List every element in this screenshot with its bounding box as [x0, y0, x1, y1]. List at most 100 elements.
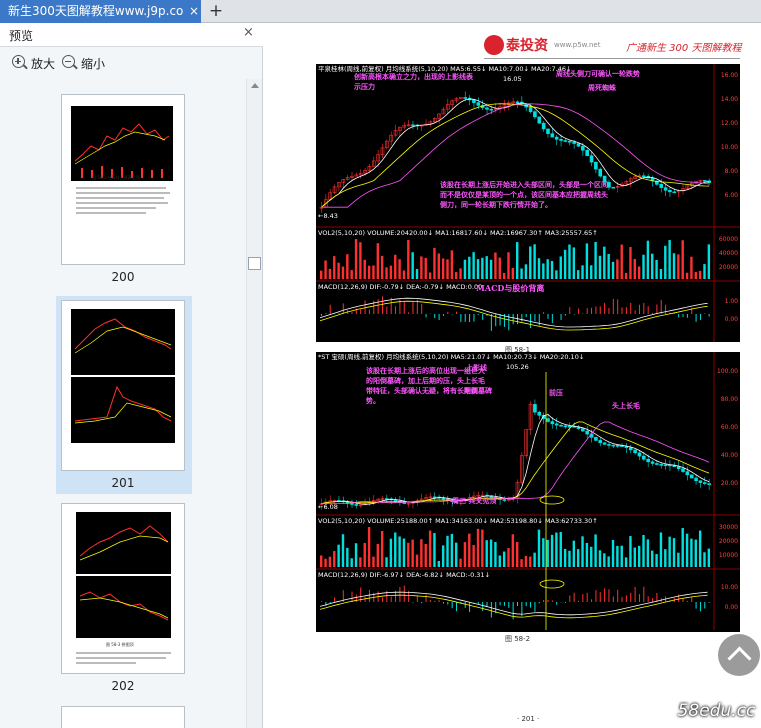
volume-bar [407, 239, 410, 279]
volume-bar [485, 540, 488, 567]
marker-ellipse [539, 579, 565, 589]
new-tab-icon[interactable]: + [206, 0, 226, 23]
chart2-price-tick: 60.00 [720, 424, 738, 431]
panel-scrollbar[interactable] [246, 79, 262, 728]
volume-bar [576, 270, 580, 279]
volume-bar [703, 552, 706, 567]
candle-body [550, 133, 555, 138]
chart2-annotation-5: 头上长毛 [612, 401, 640, 410]
volume-bar [590, 546, 593, 567]
candle-body [707, 483, 711, 485]
candle-body [554, 136, 559, 140]
tab-document[interactable]: 新生300天图解教程www.j9p.co [0, 0, 201, 23]
thumbnail-page-200[interactable]: 图 58-1 在高位上涨高见顶 [61, 94, 185, 265]
volume-bar [354, 239, 358, 279]
volume-bar [507, 548, 510, 567]
chart2-macd-bar: MACD(12,26,9) DIF:-6.97↓ DEA:-6.82↓ MACD… [318, 571, 491, 579]
panel-close-icon[interactable]: × [243, 25, 254, 40]
volume-bar [568, 550, 571, 567]
chart2-price-tick: 20.00 [720, 480, 738, 487]
chart1-volume-bar: VOL2(5,10,20) VOLUME:20420.00↓ MA1:16817… [318, 229, 598, 237]
panel-title: 预览 [9, 29, 34, 43]
candle-body [472, 99, 476, 103]
candle-body [541, 122, 546, 130]
publisher-logo: 泰投资 www.p5w.net [484, 32, 600, 58]
volume-bar [694, 271, 697, 279]
chart2-volume-bar: VOL2(5,10,20) VOLUME:25188.00↑ MA1:34163… [318, 517, 598, 525]
candle-body [642, 455, 646, 460]
chart1-volume-tick: 20000 [718, 264, 738, 271]
candle-body [607, 444, 611, 446]
volume-bar [707, 548, 711, 567]
volume-bar [616, 545, 619, 567]
chart2-annotation-3: 阳倒墓碑 [464, 386, 492, 395]
volume-bar [441, 545, 445, 567]
volume-bar [677, 254, 680, 279]
volume-bar [529, 556, 532, 567]
volume-bar [637, 266, 641, 279]
chart1-macd-tick: 1.00 [724, 298, 738, 305]
candle-body [642, 175, 646, 178]
volume-bar [550, 534, 554, 567]
thumbnail-page-201[interactable] [61, 300, 185, 471]
chart1-annotation-2: 周线头侧刀可确认一轮跌势 [556, 69, 640, 78]
volume-bar [420, 539, 423, 567]
chart1-annotation-4: 该股在长期上涨后开始进入头部区间，头部是一个区间而不是仅仅是某顶的一个点，该区间… [440, 180, 608, 209]
volume-bar [642, 534, 645, 567]
candle-body [672, 191, 677, 194]
volume-bar [546, 539, 549, 567]
thumbnail-label-201: 201 [111, 476, 135, 490]
volume-bar [511, 267, 515, 279]
candle-body [572, 141, 576, 144]
volume-bar [698, 270, 702, 279]
tab-close-icon[interactable]: × [187, 0, 201, 23]
candle-body [563, 425, 568, 428]
volume-bar [607, 253, 610, 279]
volume-bar [685, 533, 689, 567]
volume-bar [703, 264, 706, 279]
chart2-price-tick: 80.00 [720, 396, 738, 403]
volume-bar [516, 542, 519, 567]
candle-body [698, 480, 703, 483]
scroll-up-icon[interactable] [251, 83, 259, 88]
watermark: 58edu.cc [672, 693, 761, 728]
volume-bar [481, 257, 484, 279]
candle-body [537, 411, 542, 416]
volume-bar [668, 536, 671, 567]
scroll-to-top-button[interactable] [718, 634, 760, 676]
volume-bar [398, 259, 401, 279]
volume-bar [333, 256, 336, 279]
volume-bar [376, 243, 380, 279]
candle-body [598, 440, 603, 444]
volume-bar [533, 244, 536, 279]
candle-body [659, 184, 664, 188]
volume-bar [498, 555, 501, 567]
thumbnail-page-202[interactable]: 图 58-3 拼图顶 [61, 503, 185, 674]
volume-bar [363, 259, 366, 279]
volume-bar [337, 262, 340, 279]
volume-bar [563, 249, 567, 279]
zoom-out-button[interactable]: 缩小 [62, 54, 105, 72]
candle-body [611, 186, 616, 189]
volume-bar [380, 531, 384, 567]
candle-body [702, 482, 707, 484]
candle-body [589, 155, 594, 163]
volume-bar [598, 255, 602, 279]
header-divider [484, 58, 740, 59]
thumbnail-page-203[interactable] [61, 706, 185, 728]
volume-bar [402, 538, 406, 567]
volume-bar [581, 536, 584, 567]
zoom-in-button[interactable]: 放大 [12, 54, 55, 72]
scroll-thumb[interactable] [248, 257, 261, 270]
volume-bar [633, 258, 636, 279]
candle-body [581, 145, 585, 151]
zoom-in-icon [12, 55, 28, 71]
volume-bar [633, 547, 636, 567]
watermark-text: 58edu.cc [677, 700, 756, 721]
volume-bar [659, 532, 663, 567]
volume-bar [659, 269, 663, 279]
volume-bar [698, 530, 702, 567]
candle-body [702, 180, 707, 182]
candle-body [576, 143, 581, 147]
candle-body [554, 423, 559, 426]
